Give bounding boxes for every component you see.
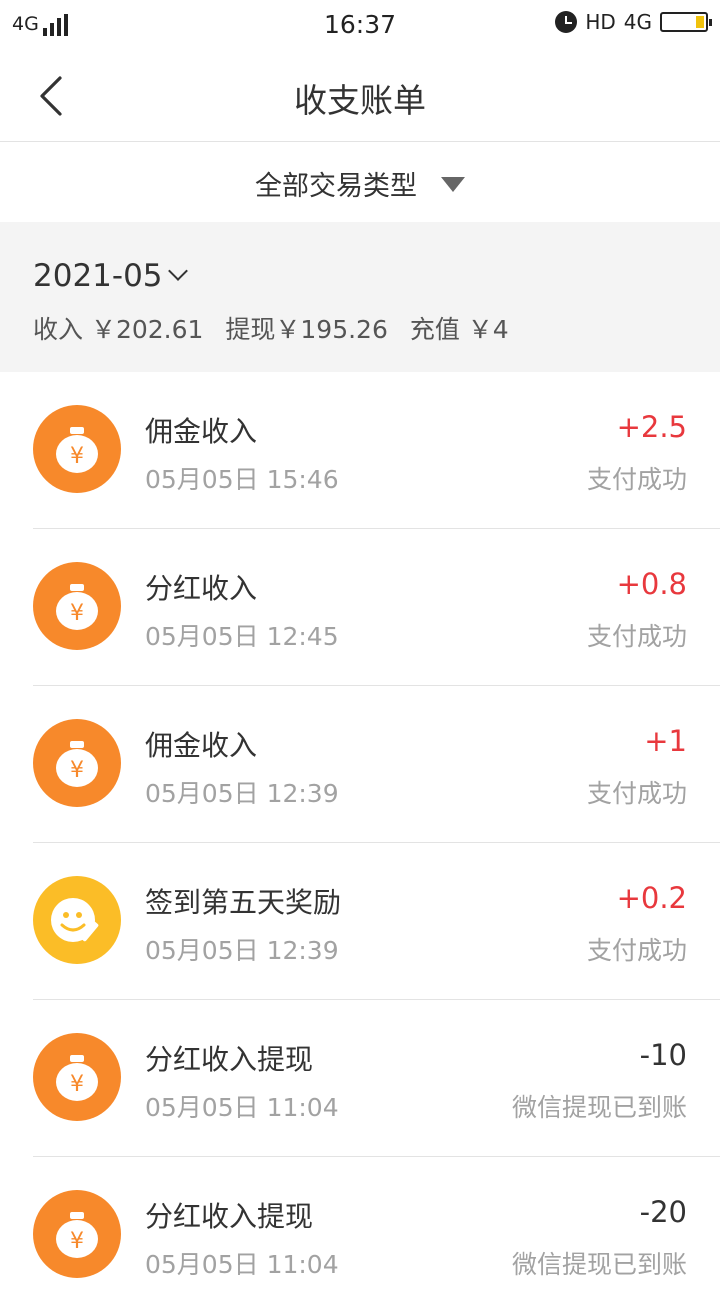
money-bag-icon: ¥ bbox=[33, 1190, 121, 1278]
transaction-status: 微信提现已到账 bbox=[511, 1093, 687, 1122]
transaction-status: 支付成功 bbox=[586, 936, 687, 965]
filter-label: 全部交易类型 bbox=[255, 171, 417, 202]
svg-text:¥: ¥ bbox=[70, 1229, 84, 1254]
transaction-status: 支付成功 bbox=[586, 779, 687, 808]
transaction-amount: +1 bbox=[644, 724, 687, 758]
svg-text:¥: ¥ bbox=[70, 444, 84, 469]
transaction-title: 佣金收入 bbox=[145, 415, 258, 448]
transaction-time: 05月05日 12:39 bbox=[145, 936, 339, 965]
transaction-time: 05月05日 15:46 bbox=[145, 465, 339, 494]
alarm-icon bbox=[555, 11, 578, 33]
transaction-list: ¥ 佣金收入 05月05日 15:46 +2.5 支付成功 ¥ 分红收入 05月… bbox=[0, 372, 720, 1314]
transaction-row[interactable]: 签到第五天奖励 05月05日 12:39 +0.2 支付成功 bbox=[0, 843, 720, 1000]
transaction-time: 05月05日 12:39 bbox=[145, 779, 339, 808]
month-summary: 2021-05 收入 ￥202.61 提现￥195.26 充值 ￥4 bbox=[0, 222, 720, 372]
transaction-title: 分红收入提现 bbox=[145, 1043, 314, 1076]
money-bag-icon: ¥ bbox=[33, 719, 121, 807]
svg-text:¥: ¥ bbox=[70, 758, 84, 783]
transaction-status: 支付成功 bbox=[586, 465, 687, 494]
transaction-row[interactable]: ¥ 佣金收入 05月05日 12:39 +1 支付成功 bbox=[0, 686, 720, 843]
transaction-time: 05月05日 11:04 bbox=[145, 1093, 339, 1122]
transaction-status: 支付成功 bbox=[586, 622, 687, 651]
transaction-type-filter[interactable]: 全部交易类型 bbox=[0, 142, 720, 222]
network-type-right: 4G bbox=[623, 10, 652, 34]
transaction-time: 05月05日 12:45 bbox=[145, 622, 339, 651]
transaction-amount: -10 bbox=[639, 1038, 687, 1072]
transaction-row[interactable]: ¥ 分红收入提现 05月05日 11:04 -10 微信提现已到账 bbox=[0, 1000, 720, 1157]
month-label: 2021-05 bbox=[33, 258, 163, 294]
transaction-row[interactable]: ¥ 分红收入 05月05日 12:45 +0.8 支付成功 bbox=[0, 529, 720, 686]
recharge-total: 充值 ￥4 bbox=[409, 315, 509, 344]
transaction-amount: +2.5 bbox=[616, 410, 687, 444]
transaction-amount: +0.2 bbox=[616, 881, 687, 915]
page-title: 收支账单 bbox=[294, 81, 426, 120]
battery-icon bbox=[660, 12, 712, 32]
svg-text:¥: ¥ bbox=[70, 1072, 84, 1097]
month-selector[interactable]: 2021-05 bbox=[33, 258, 188, 294]
transaction-amount: +0.8 bbox=[616, 567, 687, 601]
money-bag-icon: ¥ bbox=[33, 1033, 121, 1121]
month-totals: 收入 ￥202.61 提现￥195.26 充值 ￥4 bbox=[33, 310, 523, 346]
chevron-down-icon bbox=[167, 261, 188, 281]
withdraw-total: 提现￥195.26 bbox=[225, 315, 388, 344]
nav-bar: 收支账单 bbox=[0, 50, 720, 142]
transaction-time: 05月05日 11:04 bbox=[145, 1250, 339, 1279]
smiley-pen-icon bbox=[33, 876, 121, 964]
transaction-title: 佣金收入 bbox=[145, 729, 258, 762]
hd-indicator: HD bbox=[585, 10, 616, 34]
transaction-title: 签到第五天奖励 bbox=[145, 886, 342, 919]
income-total: 收入 ￥202.61 bbox=[33, 315, 204, 344]
svg-text:¥: ¥ bbox=[70, 601, 84, 626]
transaction-title: 分红收入 bbox=[145, 572, 258, 605]
status-bar: 4G 16:37 HD 4G bbox=[0, 0, 720, 50]
transaction-status: 微信提现已到账 bbox=[511, 1250, 687, 1279]
money-bag-icon: ¥ bbox=[33, 562, 121, 650]
transaction-row[interactable]: ¥ 分红收入提现 05月05日 11:04 -20 微信提现已到账 bbox=[0, 1157, 720, 1314]
status-icons: HD 4G bbox=[555, 10, 712, 34]
triangle-down-icon bbox=[441, 177, 465, 192]
money-bag-icon: ¥ bbox=[33, 405, 121, 493]
transaction-amount: -20 bbox=[639, 1195, 687, 1229]
transaction-title: 分红收入提现 bbox=[145, 1200, 314, 1233]
transaction-row[interactable]: ¥ 佣金收入 05月05日 15:46 +2.5 支付成功 bbox=[0, 372, 720, 529]
